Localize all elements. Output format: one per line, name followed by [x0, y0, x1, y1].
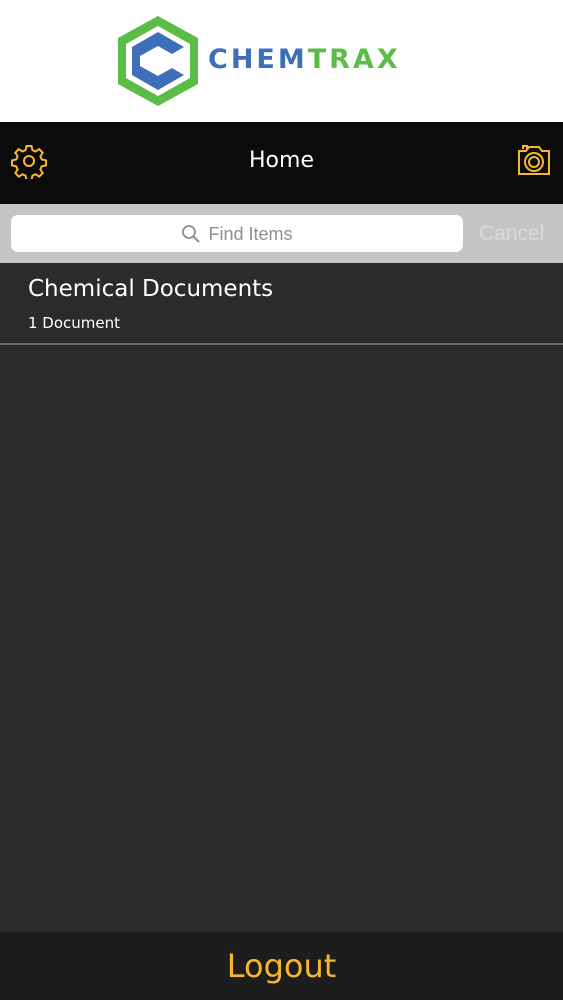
search-bar: Find Items Cancel	[0, 204, 563, 263]
logo-text-chem: CHEM	[208, 44, 308, 75]
search-icon	[182, 225, 200, 243]
logo-text-trax: TRAX	[307, 44, 401, 75]
search-input[interactable]: Find Items	[11, 215, 463, 252]
page-title: Home	[249, 148, 314, 173]
logo-bar: CHEMTRAX	[0, 0, 563, 122]
list-item-subtitle: 1 Document	[28, 314, 121, 332]
list-item-title: Chemical Documents	[28, 276, 274, 302]
logo-wordmark: CHEMTRAX	[208, 43, 401, 77]
cancel-button[interactable]: Cancel	[479, 220, 544, 248]
logout-button[interactable]: Logout	[0, 946, 563, 986]
search-placeholder: Find Items	[208, 223, 293, 244]
camera-icon[interactable]	[516, 142, 552, 178]
list-item-chemical-documents[interactable]: Chemical Documents 1 Document	[0, 263, 563, 345]
bottom-bar: Logout	[0, 932, 563, 1000]
navigation-bar: Home	[0, 122, 563, 204]
chemtrax-logo-icon	[118, 16, 198, 106]
